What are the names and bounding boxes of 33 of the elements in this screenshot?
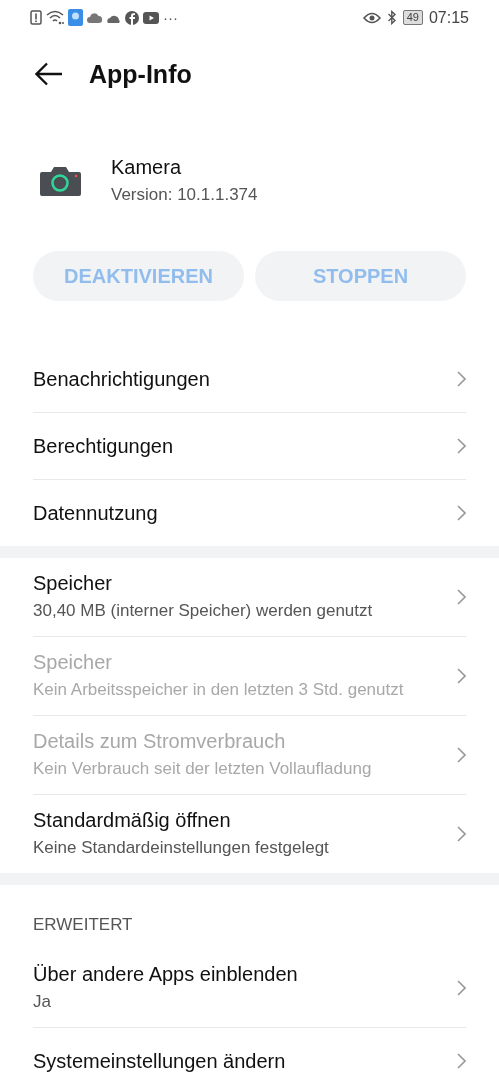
cloud-icon	[87, 11, 102, 24]
chevron-right-icon	[457, 980, 466, 996]
chevron-right-icon	[457, 505, 466, 521]
eye-icon	[362, 11, 381, 24]
chevron-right-icon	[457, 826, 466, 842]
app-icon	[68, 9, 83, 26]
camera-icon	[40, 165, 81, 196]
app-name: Kamera	[111, 156, 183, 179]
settings-item[interactable]: Datennutzung	[33, 480, 466, 546]
settings-item[interactable]: Berechtigungen	[33, 413, 466, 480]
bluetooth-icon	[386, 10, 397, 25]
video-icon	[143, 11, 159, 24]
chevron-right-icon	[457, 747, 466, 763]
section-header: ERWEITERT	[33, 914, 134, 936]
chevron-right-icon	[457, 589, 466, 605]
chevron-right-icon	[457, 1053, 466, 1069]
more-notifications: ···	[163, 9, 178, 26]
app-version: Version: 10.1.1.374	[111, 185, 258, 205]
chevron-right-icon	[457, 371, 466, 387]
chevron-right-icon	[457, 438, 466, 454]
facebook-icon	[125, 10, 139, 25]
clock: 07:15	[428, 8, 469, 27]
page-title: App-Info	[89, 59, 192, 89]
back-button[interactable]	[35, 62, 63, 86]
settings-item[interactable]: Speicher 30,40 MB (interner Speicher) werden genutzt	[33, 558, 466, 637]
settings-item[interactable]: Systemeinstellungen ändern	[33, 1028, 466, 1080]
settings-item[interactable]: Benachrichtigungen	[33, 346, 466, 413]
chevron-right-icon	[457, 668, 466, 684]
wifi-icon	[46, 10, 64, 25]
alert-icon	[30, 10, 42, 25]
battery-indicator: 49	[402, 10, 423, 25]
settings-item[interactable]: Über andere Apps einblenden Ja	[33, 949, 466, 1028]
settings-item[interactable]: Standardmäßig öffnen Keine Standardeinstellungen festgelegt	[33, 795, 466, 873]
